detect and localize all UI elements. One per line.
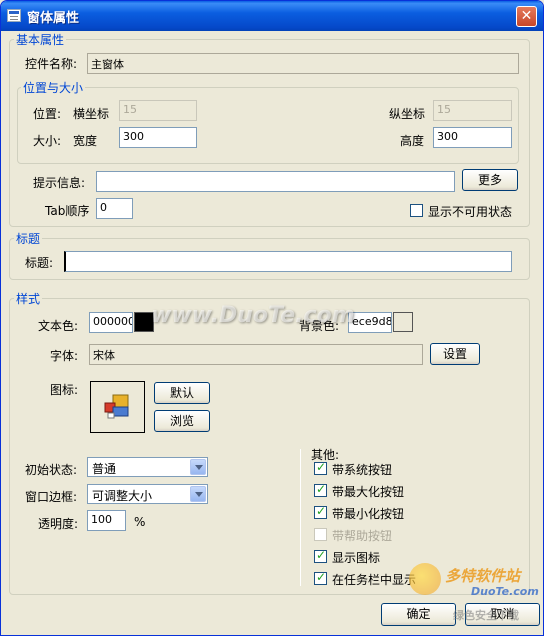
init-state-value: 普通 <box>92 462 117 476</box>
x-label: 横坐标 <box>73 107 110 121</box>
system-button-checkbox[interactable] <box>314 460 327 475</box>
text-color-label: 文本色: <box>38 319 79 333</box>
icon-browse-button[interactable]: 浏览 <box>154 410 210 432</box>
width-input[interactable]: 300 <box>119 127 197 148</box>
watermark-logo-circle <box>409 563 441 595</box>
icon-default-button[interactable]: 默认 <box>154 382 210 404</box>
height-label: 高度 <box>400 134 425 148</box>
window-icon <box>7 9 21 22</box>
init-state-select[interactable]: 普通 <box>87 457 208 477</box>
title-bar[interactable]: 窗体属性 ✕ <box>1 1 543 31</box>
icon-preview <box>90 381 145 433</box>
opacity-label: 透明度: <box>38 517 79 531</box>
init-state-label: 初始状态: <box>25 463 78 477</box>
other-options-divider <box>300 449 301 586</box>
width-label: 宽度 <box>73 134 98 148</box>
maximize-button-label: 带最大化按钮 <box>332 485 405 499</box>
chevron-down-icon[interactable] <box>190 486 206 502</box>
system-button-label: 带系统按钮 <box>332 463 393 477</box>
font-label: 字体: <box>50 349 79 363</box>
minimize-button-checkbox[interactable] <box>314 504 327 519</box>
show-icon-checkbox[interactable] <box>314 548 327 563</box>
show-disabled-checkbox[interactable] <box>410 204 423 217</box>
style-group-label: 样式 <box>14 290 43 307</box>
watermark-logo-text: 多特软件站 <box>445 567 521 585</box>
help-button-checkbox[interactable] <box>314 528 327 541</box>
text-color-input[interactable]: 000000 <box>89 312 133 333</box>
hint-label: 提示信息: <box>33 176 86 190</box>
font-set-button[interactable]: 设置 <box>430 343 480 365</box>
watermark-logo-sub: DuoTe.com <box>471 585 539 598</box>
show-in-taskbar-checkbox[interactable] <box>314 570 327 585</box>
watermark-logo: 多特软件站 DuoTe.com 绿色安全下载 <box>405 561 543 623</box>
tab-order-input[interactable]: 0 <box>96 198 133 219</box>
window-title: 窗体属性 <box>27 11 80 26</box>
show-disabled-label: 显示不可用状态 <box>428 205 513 219</box>
title-label: 标题: <box>25 256 54 270</box>
x-input[interactable]: 15 <box>119 100 197 121</box>
border-label: 窗口边框: <box>25 490 78 504</box>
height-input[interactable]: 300 <box>433 127 512 148</box>
watermark-logo-tagline: 绿色安全下载 <box>453 609 519 622</box>
y-input[interactable]: 15 <box>433 100 512 121</box>
control-name-field: 主窗体 <box>87 53 519 74</box>
maximize-button-checkbox[interactable] <box>314 482 327 497</box>
border-value: 可调整大小 <box>92 489 153 503</box>
icon-label: 图标: <box>50 383 79 397</box>
minimize-button-label: 带最小化按钮 <box>332 507 405 521</box>
window-app-icon <box>104 394 129 419</box>
control-name-label: 控件名称: <box>25 57 78 71</box>
title-input[interactable] <box>64 251 512 272</box>
show-in-taskbar-label: 在任务栏中显示 <box>332 573 417 587</box>
chevron-down-icon[interactable] <box>190 459 206 475</box>
opacity-unit: % <box>134 515 146 529</box>
bg-color-swatch[interactable] <box>393 312 413 332</box>
size-label: 大小: <box>33 134 62 148</box>
border-select[interactable]: 可调整大小 <box>87 484 208 504</box>
hint-input[interactable] <box>96 171 455 192</box>
watermark-text: www.DuoTe.com <box>151 303 355 328</box>
opacity-input[interactable]: 100 <box>87 510 126 531</box>
more-button[interactable]: 更多 <box>462 169 518 191</box>
position-label: 位置: <box>33 107 62 121</box>
y-label: 纵坐标 <box>389 107 426 121</box>
title-group-label: 标题 <box>14 230 43 247</box>
tab-order-label: Tab顺序 <box>45 204 90 218</box>
show-icon-label: 显示图标 <box>332 551 381 565</box>
basic-properties-label: 基本属性 <box>14 31 67 48</box>
position-size-group <box>17 87 519 164</box>
dialog-window: 窗体属性 ✕ 基本属性 控件名称: 主窗体 位置与大小 位置: 横坐标 15 纵… <box>0 0 544 636</box>
position-size-label: 位置与大小 <box>21 79 86 96</box>
close-button[interactable]: ✕ <box>516 6 537 27</box>
font-field: 宋体 <box>89 344 423 365</box>
help-button-label: 带帮助按钮 <box>332 529 393 543</box>
